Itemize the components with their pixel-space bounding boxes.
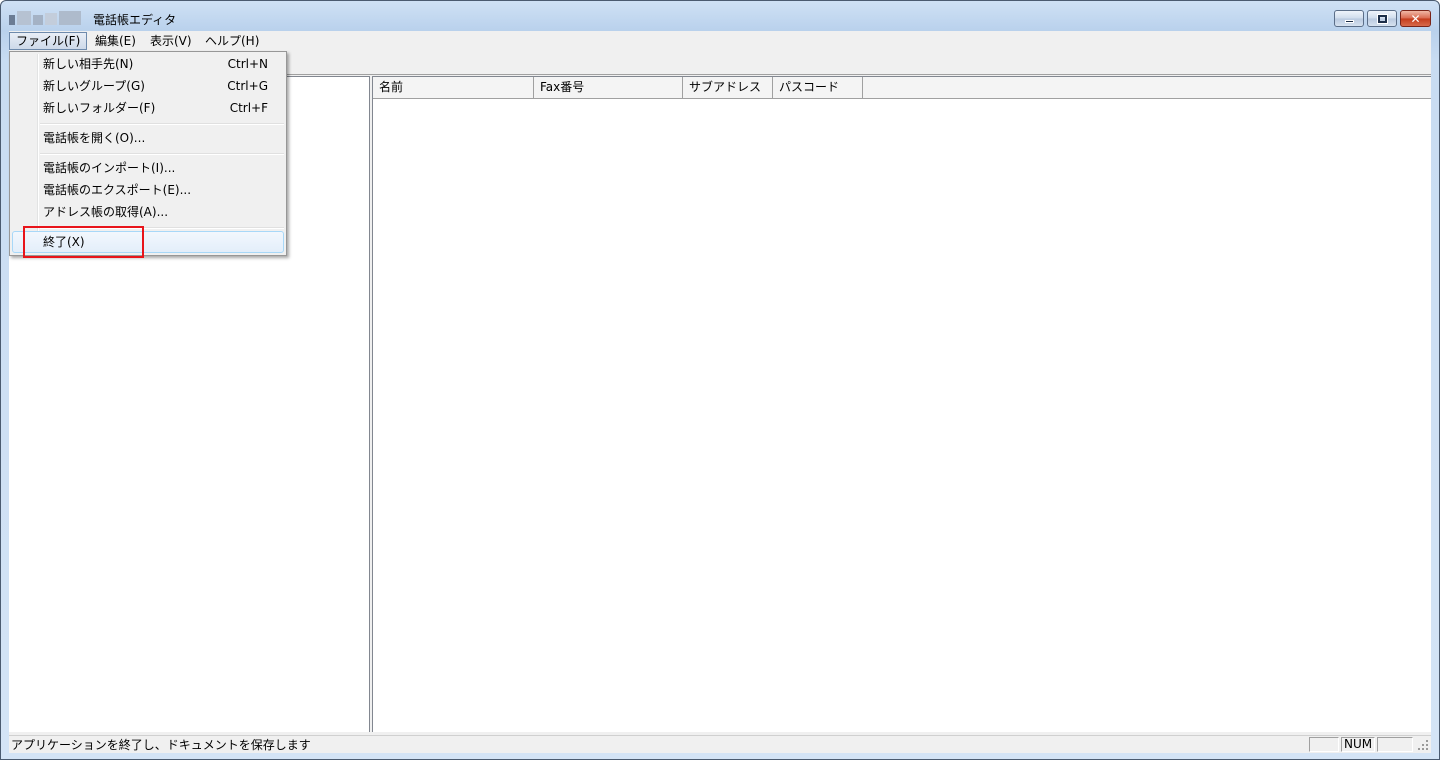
- menu-item-open-phonebook[interactable]: 電話帳を開く(O)...: [12, 127, 284, 149]
- column-header-name[interactable]: 名前: [373, 77, 534, 98]
- status-message: アプリケーションを終了し、ドキュメントを保存します: [11, 738, 311, 752]
- menu-item-label: 電話帳のインポート(I)...: [43, 161, 176, 175]
- menu-item-new-contact[interactable]: 新しい相手先(N) Ctrl+N: [12, 53, 284, 75]
- menu-item-label: 電話帳のエクスポート(E)...: [43, 183, 192, 197]
- title-bar[interactable]: 電話帳エディタ ✕: [1, 1, 1439, 31]
- column-header-subaddress[interactable]: サブアドレス: [683, 77, 773, 98]
- close-icon: ✕: [1410, 11, 1421, 26]
- status-panel-1: [1309, 737, 1339, 752]
- status-bar: アプリケーションを終了し、ドキュメントを保存します NUM: [9, 735, 1431, 753]
- minimize-button[interactable]: [1334, 10, 1364, 27]
- maximize-icon: [1376, 13, 1388, 24]
- menu-item-shortcut: Ctrl+G: [227, 79, 268, 93]
- menu-item-new-group[interactable]: 新しいグループ(G) Ctrl+G: [12, 75, 284, 97]
- resize-grip-icon[interactable]: [1417, 739, 1429, 751]
- menu-item-shortcut: Ctrl+N: [227, 57, 268, 71]
- menu-item-export-phonebook[interactable]: 電話帳のエクスポート(E)...: [12, 179, 284, 201]
- maximize-button[interactable]: [1367, 10, 1397, 27]
- menu-item-label: 新しいグループ(G): [43, 79, 145, 93]
- menu-item-import-phonebook[interactable]: 電話帳のインポート(I)...: [12, 157, 284, 179]
- menu-item-label: 新しい相手先(N): [43, 57, 134, 71]
- menu-edit[interactable]: 編集(E): [89, 32, 142, 50]
- exit-highlight-box: [23, 226, 144, 258]
- menu-item-label: 新しいフォルダー(F): [43, 101, 156, 115]
- menu-view[interactable]: 表示(V): [144, 32, 198, 50]
- list-header: 名前 Fax番号 サブアドレス パスコード: [373, 77, 1431, 99]
- status-panel-num: NUM: [1341, 737, 1375, 752]
- contact-list-pane[interactable]: 名前 Fax番号 サブアドレス パスコード: [372, 76, 1431, 732]
- menu-bar: ファイル(F) 編集(E) 表示(V) ヘルプ(H): [9, 31, 1431, 51]
- status-panel-3: [1377, 737, 1413, 752]
- menu-separator: [40, 123, 284, 125]
- menu-separator: [40, 153, 284, 155]
- column-header-fax[interactable]: Fax番号: [534, 77, 683, 98]
- menu-item-label: アドレス帳の取得(A)...: [43, 205, 169, 219]
- menu-item-label: 電話帳を開く(O)...: [43, 131, 146, 145]
- minimize-icon: [1344, 19, 1354, 23]
- menu-help[interactable]: ヘルプ(H): [199, 32, 265, 50]
- menu-file[interactable]: ファイル(F): [9, 32, 88, 50]
- window-title: 電話帳エディタ: [93, 13, 177, 27]
- menu-item-shortcut: Ctrl+F: [229, 101, 268, 115]
- column-header-passcode[interactable]: パスコード: [773, 77, 863, 98]
- menu-item-get-address-book[interactable]: アドレス帳の取得(A)...: [12, 201, 284, 223]
- app-icon: [9, 9, 81, 25]
- menu-item-new-folder[interactable]: 新しいフォルダー(F) Ctrl+F: [12, 97, 284, 119]
- close-button[interactable]: ✕: [1400, 10, 1431, 27]
